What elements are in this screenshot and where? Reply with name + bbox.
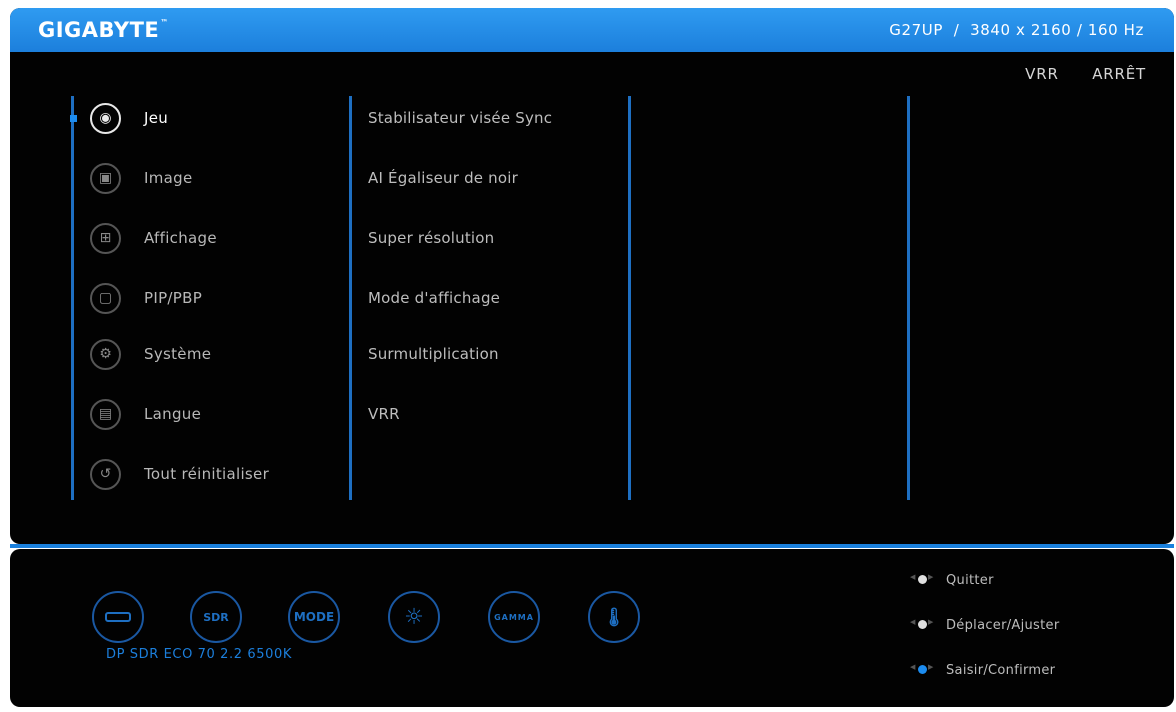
model-info: G27UP / 3840 x 2160 / 160 Hz [889, 21, 1144, 39]
pip-icon: ▢ [90, 282, 121, 314]
menu-item-systeme[interactable]: ⚙ Système [74, 338, 324, 370]
menu-item-label: Système [144, 345, 212, 363]
divider-1 [349, 96, 352, 500]
mode-icon: MODE [288, 591, 340, 643]
divider-3 [907, 96, 910, 500]
divider-2 [628, 96, 631, 500]
joystick-press-icon: ◀ ▶ [910, 662, 934, 678]
sub-item-super-resolution[interactable]: Super résolution [368, 229, 494, 247]
hdmi-shape [105, 612, 131, 622]
gear-icon: ⚙ [90, 338, 121, 370]
menu-item-label: Jeu [144, 109, 169, 127]
status-label: VRR [1025, 65, 1059, 83]
header-bar: GIGABYTE™ G27UP / 3840 x 2160 / 160 Hz [10, 8, 1174, 52]
quick-status-text: DP SDR ECO 70 2.2 6500K [106, 647, 292, 662]
legend-quitter: ◀ ▶ Quitter [910, 572, 994, 588]
status-readout: VRR ARRÊT [997, 65, 1146, 83]
brand-logo: GIGABYTE™ [38, 18, 169, 42]
sub-item-egaliseur-noir[interactable]: AI Égaliseur de noir [368, 169, 518, 187]
menu-item-label: PIP/PBP [144, 289, 203, 307]
language-icon: ▤ [90, 398, 121, 430]
gamepad-icon: ◉ [90, 102, 121, 134]
sub-item-mode-affichage[interactable]: Mode d'affichage [368, 289, 500, 307]
joystick-left-icon: ◀ ▶ [910, 572, 934, 588]
joystick-move-icon: ◀ ▶ [910, 617, 934, 633]
menu-item-image[interactable]: ▣ Image [74, 162, 324, 194]
menu-item-affichage[interactable]: ⊞ Affichage [74, 222, 324, 254]
legend-saisir: ◀ ▶ Saisir/Confirmer [910, 662, 1055, 678]
osd-menu-panel: GIGABYTE™ G27UP / 3840 x 2160 / 160 Hz V… [10, 8, 1174, 544]
reset-icon: ↺ [90, 458, 121, 490]
status-value: ARRÊT [1092, 65, 1146, 83]
accent-divider [10, 544, 1174, 548]
menu-item-tout-reinitialiser[interactable]: ↺ Tout réinitialiser [74, 458, 324, 490]
sdr-icon: SDR [190, 591, 242, 643]
input-port-icon [92, 591, 144, 643]
menu-item-label: Affichage [144, 229, 217, 247]
menu-item-langue[interactable]: ▤ Langue [74, 398, 324, 430]
sub-item-vrr[interactable]: VRR [368, 405, 400, 423]
brightness-icon: ☼ [388, 591, 440, 643]
menu-item-label: Langue [144, 405, 202, 423]
legend-deplacer: ◀ ▶ Déplacer/Ajuster [910, 617, 1059, 633]
menu-item-jeu[interactable]: ◉ Jeu [70, 102, 324, 134]
menu-item-label: Image [144, 169, 193, 187]
selection-marker [70, 114, 77, 122]
gamma-icon: GAMMA [488, 591, 540, 643]
legend-label: Quitter [946, 572, 994, 588]
legend-label: Déplacer/Ajuster [946, 617, 1060, 633]
menu-item-label: Tout réinitialiser [144, 465, 270, 483]
sub-item-surmultiplication[interactable]: Surmultiplication [368, 345, 499, 363]
menu-item-pip-pbp[interactable]: ▢ PIP/PBP [74, 282, 324, 314]
display-grid-icon: ⊞ [90, 222, 121, 254]
quick-status-panel: SDR MODE ☼ GAMMA 🌡 DP SDR ECO 70 2.2 650… [10, 549, 1174, 707]
thermometer-icon: 🌡 [588, 591, 640, 643]
picture-icon: ▣ [90, 162, 121, 194]
legend-label: Saisir/Confirmer [946, 662, 1056, 678]
sub-item-stabilisateur[interactable]: Stabilisateur visée Sync [368, 109, 552, 127]
